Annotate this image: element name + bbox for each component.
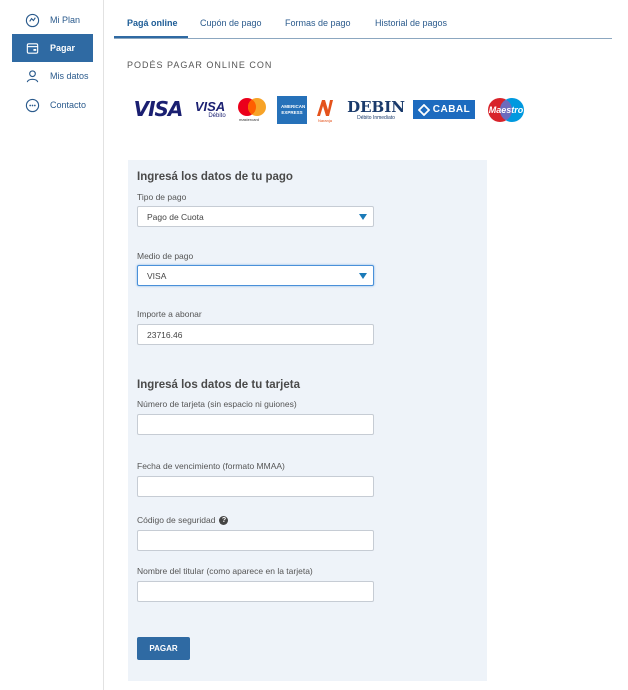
maestro-logo-text: Maestro bbox=[488, 105, 524, 115]
visa-logo-text: VISA bbox=[133, 97, 184, 121]
cabal-logo: CABAL bbox=[413, 100, 475, 119]
codigo-seguridad-label: Código de seguridad? bbox=[137, 515, 229, 526]
importe-label: Importe a abonar bbox=[137, 309, 202, 319]
numero-tarjeta-label: Número de tarjeta (sin espacio ni guione… bbox=[137, 399, 297, 409]
sidebar-item-label: Mis datos bbox=[50, 71, 89, 81]
sidebar-item-contacto[interactable]: Contacto bbox=[12, 91, 93, 119]
tipo-de-pago-value: Pago de Cuota bbox=[147, 211, 204, 222]
visa-debit-logo: VISA Débito bbox=[192, 97, 228, 123]
visa-debit-logo-text: VISA bbox=[194, 99, 226, 114]
user-icon bbox=[24, 68, 40, 84]
sidebar-item-mi-plan[interactable]: Mi Plan bbox=[12, 6, 93, 34]
debin-logo-text: DEBIN bbox=[347, 98, 405, 116]
debin-logo: DEBIN Débito Inmediato bbox=[347, 97, 405, 123]
wallet-icon bbox=[24, 40, 40, 56]
titular-input[interactable] bbox=[137, 581, 374, 602]
tipo-de-pago-select[interactable]: Pago de Cuota bbox=[137, 206, 374, 227]
sidebar-item-pagar[interactable]: Pagar bbox=[12, 34, 93, 62]
active-tab-indicator bbox=[114, 36, 188, 38]
card-section-title: Ingresá los datos de tu tarjeta bbox=[137, 379, 300, 391]
tab-paga-online[interactable]: Pagá online bbox=[127, 18, 178, 28]
chevron-down-icon bbox=[359, 214, 367, 220]
vencimiento-input[interactable] bbox=[137, 476, 374, 497]
sidebar-item-label: Contacto bbox=[50, 100, 87, 110]
amex-logo-text: AMERICAN EXPRESS bbox=[281, 104, 306, 115]
medio-de-pago-label: Medio de pago bbox=[137, 251, 194, 261]
titular-label: Nombre del titular (como aparece en la t… bbox=[137, 566, 313, 576]
codigo-seguridad-label-text: Código de seguridad bbox=[137, 515, 216, 525]
amex-logo: AMERICAN EXPRESS bbox=[277, 96, 307, 124]
naranja-logo-text: Naranja bbox=[317, 117, 332, 123]
chat-icon bbox=[24, 97, 40, 113]
importe-value: 23716.46 bbox=[147, 329, 183, 340]
sidebar-item-mis-datos[interactable]: Mis datos bbox=[12, 62, 93, 90]
sidebar: Mi Plan Pagar Mis datos Contacto bbox=[0, 0, 104, 690]
tab-formas-de-pago[interactable]: Formas de pago bbox=[285, 18, 351, 28]
chevron-down-icon bbox=[359, 273, 367, 279]
tipo-de-pago-label: Tipo de pago bbox=[137, 192, 187, 202]
cabal-logo-text: CABAL bbox=[432, 104, 471, 115]
maestro-logo: Maestro bbox=[485, 96, 527, 124]
medio-de-pago-value: VISA bbox=[147, 270, 167, 281]
codigo-seguridad-input[interactable] bbox=[137, 530, 374, 551]
medio-de-pago-select[interactable]: VISA bbox=[137, 265, 374, 286]
visa-debit-sub-text: Débito bbox=[208, 113, 226, 119]
vencimiento-label: Fecha de vencimiento (formato MMAA) bbox=[137, 461, 285, 471]
sidebar-item-label: Mi Plan bbox=[50, 15, 81, 25]
debin-sub-text: Débito Inmediato bbox=[357, 115, 395, 121]
payment-form-panel: Ingresá los datos de tu pago Tipo de pag… bbox=[128, 160, 487, 681]
pagar-button[interactable]: PAGAR bbox=[137, 637, 190, 660]
help-icon[interactable]: ? bbox=[219, 516, 229, 526]
pay-online-heading: PODÉS PAGAR ONLINE CON bbox=[127, 60, 273, 70]
numero-tarjeta-input[interactable] bbox=[137, 414, 374, 435]
sidebar-item-label: Pagar bbox=[50, 43, 76, 53]
visa-logo: VISA bbox=[130, 97, 186, 121]
tab-cupon-de-pago[interactable]: Cupón de pago bbox=[200, 18, 262, 28]
payment-section-title: Ingresá los datos de tu pago bbox=[137, 171, 293, 183]
plan-icon bbox=[24, 12, 40, 28]
mastercard-logo: mastercard bbox=[235, 96, 269, 124]
mastercard-logo-text: mastercard bbox=[239, 117, 260, 122]
importe-field[interactable]: 23716.46 bbox=[137, 324, 374, 345]
naranja-logo: Naranja bbox=[313, 95, 337, 125]
payment-tabs: Pagá online Cupón de pago Formas de pago… bbox=[114, 12, 612, 39]
tab-historial-de-pagos[interactable]: Historial de pagos bbox=[375, 18, 447, 28]
